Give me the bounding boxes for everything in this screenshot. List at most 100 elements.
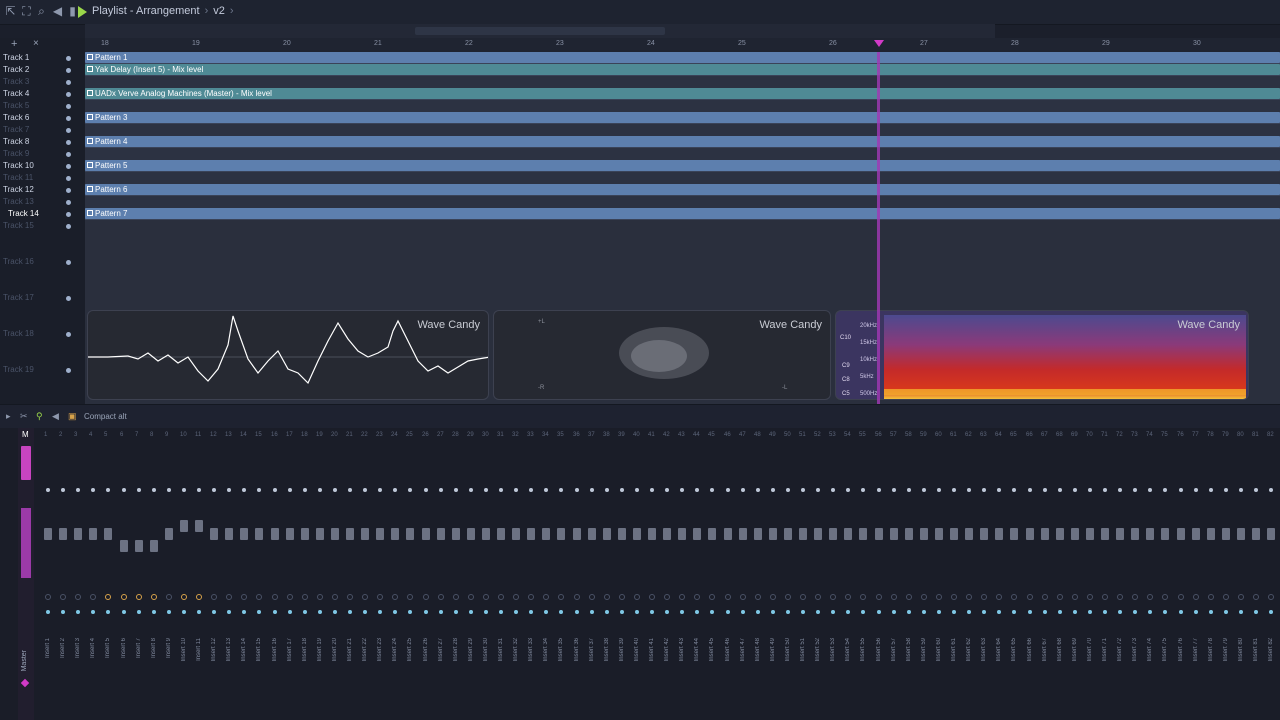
pan-knob[interactable] (363, 488, 367, 492)
pan-knob[interactable] (816, 488, 820, 492)
pan-knob[interactable] (393, 488, 397, 492)
volume-fader[interactable] (512, 528, 520, 540)
volume-fader[interactable] (104, 528, 112, 540)
pan-knob[interactable] (680, 488, 684, 492)
pattern-clip[interactable]: Pattern 1 (85, 52, 1280, 63)
route-dot[interactable] (1224, 610, 1228, 614)
track-name[interactable]: Track 3 (3, 77, 29, 86)
track-mute-icon[interactable] (66, 92, 71, 97)
track-mute-icon[interactable] (66, 260, 71, 265)
send-knob[interactable] (876, 594, 882, 600)
automation-clip[interactable]: UADx Verve Analog Machines (Master) - Mi… (85, 88, 1280, 99)
pan-knob[interactable] (801, 488, 805, 492)
route-dot[interactable] (892, 610, 896, 614)
volume-fader[interactable] (935, 528, 943, 540)
route-dot[interactable] (212, 610, 216, 614)
volume-fader[interactable] (542, 528, 550, 540)
volume-fader[interactable] (859, 528, 867, 540)
send-knob[interactable] (407, 594, 413, 600)
send-knob[interactable] (377, 594, 383, 600)
volume-fader[interactable] (950, 528, 958, 540)
volume-fader[interactable] (693, 528, 701, 540)
send-knob[interactable] (845, 594, 851, 600)
wave-candy-vectorscope[interactable]: Wave Candy +L -R -L (493, 310, 831, 400)
volume-fader[interactable] (301, 528, 309, 540)
send-knob[interactable] (860, 594, 866, 600)
pan-knob[interactable] (756, 488, 760, 492)
send-knob[interactable] (1193, 594, 1199, 600)
send-knob[interactable] (211, 594, 217, 600)
volume-fader[interactable] (527, 528, 535, 540)
pan-knob[interactable] (348, 488, 352, 492)
volume-fader[interactable] (240, 528, 248, 540)
route-dot[interactable] (257, 610, 261, 614)
route-dot[interactable] (1254, 610, 1258, 614)
send-knob[interactable] (694, 594, 700, 600)
mixer-pin-icon[interactable]: ⚲ (36, 411, 43, 422)
send-knob[interactable] (709, 594, 715, 600)
volume-fader[interactable] (150, 540, 158, 552)
volume-fader[interactable] (1026, 528, 1034, 540)
volume-fader[interactable] (1267, 528, 1275, 540)
volume-fader[interactable] (1207, 528, 1215, 540)
pan-knob[interactable] (741, 488, 745, 492)
route-dot[interactable] (937, 610, 941, 614)
pan-knob[interactable] (937, 488, 941, 492)
send-knob[interactable] (1027, 594, 1033, 600)
send-knob[interactable] (272, 594, 278, 600)
track-name[interactable]: Track 17 (3, 293, 34, 302)
route-dot[interactable] (635, 610, 639, 614)
track-name[interactable]: Track 13 (3, 197, 34, 206)
route-dot[interactable] (1163, 610, 1167, 614)
pan-knob[interactable] (257, 488, 261, 492)
volume-fader[interactable] (225, 528, 233, 540)
volume-fader[interactable] (210, 528, 218, 540)
pan-knob[interactable] (1012, 488, 1016, 492)
volume-fader[interactable] (361, 528, 369, 540)
pan-knob[interactable] (378, 488, 382, 492)
route-dot[interactable] (590, 610, 594, 614)
track-mute-icon[interactable] (66, 152, 71, 157)
volume-fader[interactable] (573, 528, 581, 540)
route-dot[interactable] (1194, 610, 1198, 614)
volume-fader[interactable] (603, 528, 611, 540)
route-dot[interactable] (786, 610, 790, 614)
volume-fader[interactable] (467, 528, 475, 540)
pattern-clip[interactable]: Pattern 7 (85, 208, 1280, 219)
pan-knob[interactable] (514, 488, 518, 492)
playhead-marker-icon[interactable] (874, 40, 884, 47)
send-knob[interactable] (256, 594, 262, 600)
volume-fader[interactable] (1252, 528, 1260, 540)
route-dot[interactable] (1043, 610, 1047, 614)
pan-knob[interactable] (952, 488, 956, 492)
route-dot[interactable] (227, 610, 231, 614)
pan-knob[interactable] (605, 488, 609, 492)
route-dot[interactable] (484, 610, 488, 614)
pan-knob[interactable] (1148, 488, 1152, 492)
send-knob[interactable] (936, 594, 942, 600)
route-dot[interactable] (424, 610, 428, 614)
send-knob[interactable] (287, 594, 293, 600)
pan-knob[interactable] (861, 488, 865, 492)
pan-knob[interactable] (106, 488, 110, 492)
send-knob[interactable] (1162, 594, 1168, 600)
volume-fader[interactable] (437, 528, 445, 540)
track-name[interactable]: Track 6 (3, 113, 29, 122)
track-name[interactable]: Track 2 (3, 65, 29, 74)
route-dot[interactable] (982, 610, 986, 614)
route-dot[interactable] (106, 610, 110, 614)
volume-fader[interactable] (905, 528, 913, 540)
route-dot[interactable] (408, 610, 412, 614)
route-dot[interactable] (529, 610, 533, 614)
pan-knob[interactable] (831, 488, 835, 492)
track-name[interactable]: Track 10 (3, 161, 34, 170)
pan-knob[interactable] (695, 488, 699, 492)
pan-knob[interactable] (997, 488, 1001, 492)
pan-knob[interactable] (182, 488, 186, 492)
pan-knob[interactable] (499, 488, 503, 492)
pan-knob[interactable] (424, 488, 428, 492)
route-dot[interactable] (575, 610, 579, 614)
send-knob[interactable] (1268, 594, 1274, 600)
route-dot[interactable] (1133, 610, 1137, 614)
volume-fader[interactable] (844, 528, 852, 540)
